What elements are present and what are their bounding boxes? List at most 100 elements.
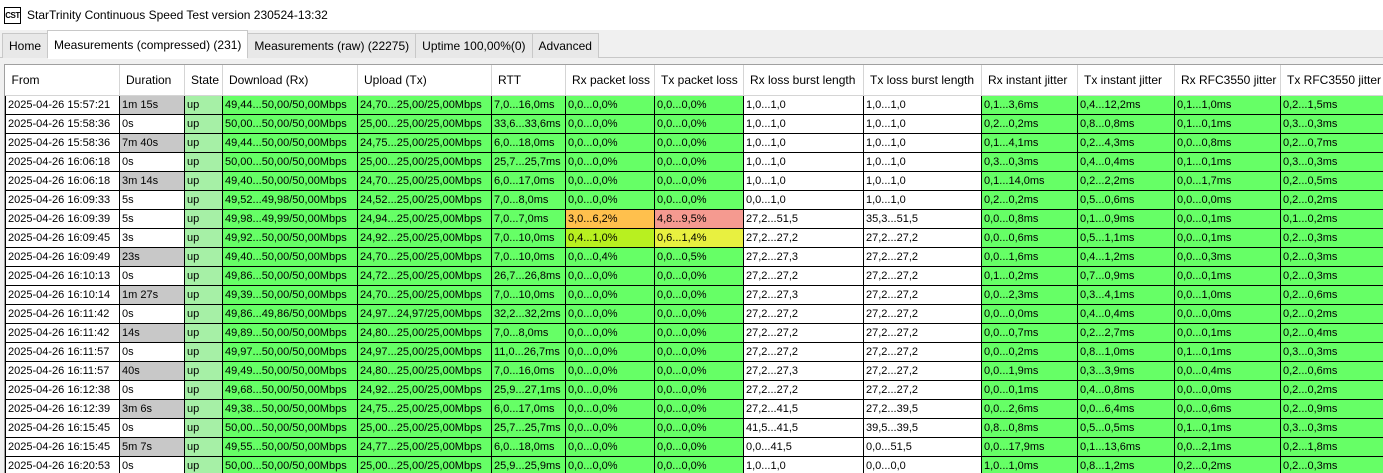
column-header-rx-rfc3550-jitter[interactable]: Rx RFC3550 jitter xyxy=(1175,65,1281,96)
table-row[interactable]: 2025-04-26 16:20:530sup50,00...50,00/50,… xyxy=(6,457,1383,473)
cell-rx-rfc3550-jitter: 0,0...2,1ms xyxy=(1175,438,1281,457)
cell-from: 2025-04-26 16:15:45 xyxy=(6,438,120,457)
cell-rx-instant-jitter: 0,0...17,9ms xyxy=(982,438,1078,457)
table-row[interactable]: 2025-04-26 16:11:4214sup49,89...50,00/50… xyxy=(6,324,1383,343)
cell-tx-rfc3550-jitter: 0,2...1,8ms xyxy=(1281,438,1383,457)
cell-rtt: 6,0...18,0ms xyxy=(492,134,566,153)
tab-measurements-raw[interactable]: Measurements (raw) (22275) xyxy=(247,33,416,58)
cell-tx-packet-loss: 0,0...0,0% xyxy=(655,115,744,134)
cell-upload-tx: 24,80...25,00/25,00Mbps xyxy=(358,324,492,343)
tab-advanced[interactable]: Advanced xyxy=(532,33,599,58)
cell-download-rx: 49,86...49,86/50,00Mbps xyxy=(223,305,358,324)
cell-duration: 0s xyxy=(120,267,185,286)
column-header-from[interactable]: From xyxy=(6,65,120,96)
cell-rx-packet-loss: 0,0...0,4% xyxy=(566,248,655,267)
cell-rx-instant-jitter: 0,0...0,6ms xyxy=(982,229,1078,248)
table-row[interactable]: 2025-04-26 16:12:393m 6sup49,38...50,00/… xyxy=(6,400,1383,419)
cell-rx-instant-jitter: 0,0...0,7ms xyxy=(982,324,1078,343)
cell-rx-rfc3550-jitter: 0,0...1,0ms xyxy=(1175,286,1281,305)
table-row[interactable]: 2025-04-26 16:12:380sup49,68...50,00/50,… xyxy=(6,381,1383,400)
table-row[interactable]: 2025-04-26 16:11:5740sup49,49...50,00/50… xyxy=(6,362,1383,381)
cell-tx-rfc3550-jitter: 0,3...0,3ms xyxy=(1281,419,1383,438)
cell-rx-loss-burst-length: 0,0...41,5 xyxy=(744,438,864,457)
table-row[interactable]: 2025-04-26 16:06:180sup50,00...50,00/50,… xyxy=(6,153,1383,172)
table-row[interactable]: 2025-04-26 16:09:395sup49,98...49,99/50,… xyxy=(6,210,1383,229)
table-row[interactable]: 2025-04-26 16:10:130sup49,86...50,00/50,… xyxy=(6,267,1383,286)
column-header-rx-packet-loss[interactable]: Rx packet loss xyxy=(566,65,655,96)
table-row[interactable]: 2025-04-26 16:15:450sup50,00...50,00/50,… xyxy=(6,419,1383,438)
cell-state: up xyxy=(185,324,223,343)
cell-rtt: 33,6...33,6ms xyxy=(492,115,566,134)
cell-tx-rfc3550-jitter: 0,1...0,2ms xyxy=(1281,210,1383,229)
column-header-duration[interactable]: Duration xyxy=(120,65,185,96)
cell-rx-rfc3550-jitter: 0,2...0,2ms xyxy=(1175,457,1281,473)
table-row[interactable]: 2025-04-26 15:58:367m 40sup49,44...50,00… xyxy=(6,134,1383,153)
cell-tx-rfc3550-jitter: 0,3...0,3ms xyxy=(1281,153,1383,172)
column-header-tx-packet-loss[interactable]: Tx packet loss xyxy=(655,65,744,96)
cell-state: up xyxy=(185,419,223,438)
cell-tx-packet-loss: 0,0...0,0% xyxy=(655,381,744,400)
column-header-rx-loss-burst-length[interactable]: Rx loss burst length xyxy=(744,65,864,96)
column-header-tx-instant-jitter[interactable]: Tx instant jitter xyxy=(1078,65,1175,96)
column-header-upload-tx[interactable]: Upload (Tx) xyxy=(358,65,492,96)
cell-tx-rfc3550-jitter: 0,2...0,2ms xyxy=(1281,191,1383,210)
tab-measurements-compressed[interactable]: Measurements (compressed) (231) xyxy=(47,30,248,58)
column-header-state[interactable]: State xyxy=(185,65,223,96)
column-header-download-rx[interactable]: Download (Rx) xyxy=(223,65,358,96)
cell-upload-tx: 25,00...25,00/25,00Mbps xyxy=(358,419,492,438)
cell-tx-loss-burst-length: 27,2...27,2 xyxy=(864,267,982,286)
table-row[interactable]: 2025-04-26 16:10:141m 27sup49,39...50,00… xyxy=(6,286,1383,305)
column-header-rx-instant-jitter[interactable]: Rx instant jitter xyxy=(982,65,1078,96)
cell-rtt: 7,0...8,0ms xyxy=(492,191,566,210)
table-row[interactable]: 2025-04-26 16:06:183m 14sup49,40...50,00… xyxy=(6,172,1383,191)
cell-rx-loss-burst-length: 1,0...1,0 xyxy=(744,115,864,134)
measurements-grid[interactable]: FromDurationStateDownload (Rx)Upload (Tx… xyxy=(4,64,1383,473)
cell-duration: 1m 15s xyxy=(120,96,185,115)
cell-rtt: 7,0...10,0ms xyxy=(492,229,566,248)
column-header-tx-loss-burst-length[interactable]: Tx loss burst length xyxy=(864,65,982,96)
table-row[interactable]: 2025-04-26 15:57:211m 15sup49,44...50,00… xyxy=(6,96,1383,115)
window-title: StarTrinity Continuous Speed Test versio… xyxy=(27,8,328,22)
cell-tx-packet-loss: 0,0...0,0% xyxy=(655,134,744,153)
cell-rx-loss-burst-length: 27,2...27,2 xyxy=(744,343,864,362)
table-row[interactable]: 2025-04-26 16:09:4923sup49,40...50,00/50… xyxy=(6,248,1383,267)
table-row[interactable]: 2025-04-26 15:58:360sup50,00...50,00/50,… xyxy=(6,115,1383,134)
cell-tx-rfc3550-jitter: 0,2...0,4ms xyxy=(1281,324,1383,343)
table-row[interactable]: 2025-04-26 16:09:335sup49,52...49,98/50,… xyxy=(6,191,1383,210)
table-row[interactable]: 2025-04-26 16:09:453sup49,92...50,00/50,… xyxy=(6,229,1383,248)
cell-rx-rfc3550-jitter: 0,0...0,1ms xyxy=(1175,210,1281,229)
cell-rx-instant-jitter: 1,0...1,0ms xyxy=(982,457,1078,473)
cell-tx-rfc3550-jitter: 0,3...0,3ms xyxy=(1281,115,1383,134)
cell-from: 2025-04-26 16:15:45 xyxy=(6,419,120,438)
cell-rx-packet-loss: 0,0...0,0% xyxy=(566,419,655,438)
cell-tx-instant-jitter: 0,4...1,2ms xyxy=(1078,248,1175,267)
cell-download-rx: 49,86...50,00/50,00Mbps xyxy=(223,267,358,286)
cell-rtt: 7,0...10,0ms xyxy=(492,248,566,267)
cell-rx-packet-loss: 0,0...0,0% xyxy=(566,438,655,457)
table-row[interactable]: 2025-04-26 16:11:420sup49,86...49,86/50,… xyxy=(6,305,1383,324)
cell-rx-rfc3550-jitter: 0,0...0,4ms xyxy=(1175,362,1281,381)
cell-from: 2025-04-26 16:20:53 xyxy=(6,457,120,473)
tab-home[interactable]: Home xyxy=(2,33,48,58)
column-header-tx-rfc3550-jitter[interactable]: Tx RFC3550 jitter xyxy=(1281,65,1383,96)
cell-download-rx: 50,00...50,00/50,00Mbps xyxy=(223,457,358,473)
cell-tx-loss-burst-length: 27,2...27,2 xyxy=(864,286,982,305)
cell-from: 2025-04-26 16:06:18 xyxy=(6,153,120,172)
cell-tx-instant-jitter: 0,8...0,8ms xyxy=(1078,115,1175,134)
cell-tx-rfc3550-jitter: 0,2...0,3ms xyxy=(1281,229,1383,248)
cell-rx-instant-jitter: 0,3...0,3ms xyxy=(982,153,1078,172)
cell-upload-tx: 24,92...25,00/25,00Mbps xyxy=(358,381,492,400)
tab-uptime[interactable]: Uptime 100,00%(0) xyxy=(415,33,532,58)
table-row[interactable]: 2025-04-26 16:15:455m 7sup49,55...50,00/… xyxy=(6,438,1383,457)
cell-from: 2025-04-26 16:11:57 xyxy=(6,362,120,381)
cell-tx-packet-loss: 0,0...0,0% xyxy=(655,419,744,438)
cell-duration: 14s xyxy=(120,324,185,343)
cell-state: up xyxy=(185,248,223,267)
cell-upload-tx: 25,00...25,00/25,00Mbps xyxy=(358,115,492,134)
table-row[interactable]: 2025-04-26 16:11:570sup49,97...50,00/50,… xyxy=(6,343,1383,362)
cell-tx-packet-loss: 0,0...0,0% xyxy=(655,438,744,457)
cell-tx-packet-loss: 0,0...0,0% xyxy=(655,400,744,419)
cell-rx-instant-jitter: 0,0...0,2ms xyxy=(982,343,1078,362)
cell-upload-tx: 24,75...25,00/25,00Mbps xyxy=(358,400,492,419)
column-header-rtt[interactable]: RTT xyxy=(492,65,566,96)
